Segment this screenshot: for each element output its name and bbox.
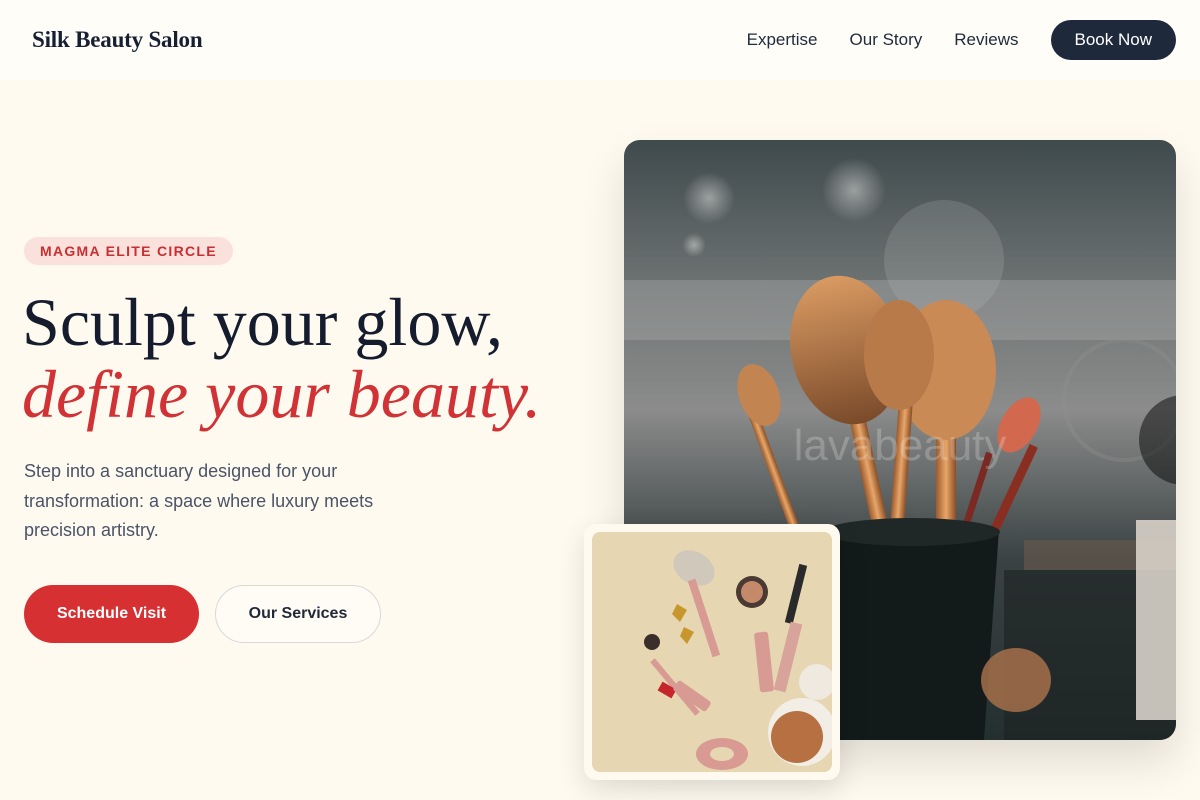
hero-headline: Sculpt your glow, define your beauty. [22,286,541,430]
schedule-visit-button[interactable]: Schedule Visit [24,585,199,643]
nav-link-our-story[interactable]: Our Story [850,30,923,50]
brand-logo[interactable]: Silk Beauty Salon [32,27,203,53]
book-now-button[interactable]: Book Now [1050,20,1176,60]
nav-link-reviews[interactable]: Reviews [954,30,1018,50]
main-nav: Expertise Our Story Reviews Book Now [747,20,1176,60]
cosmetics-flatlay-illustration [592,532,832,772]
hero-intro-text: Step into a sanctuary designed for your … [24,461,374,540]
cosmetics-flatlay-photo [592,532,832,772]
photo-watermark: lavabeauty [794,421,1007,470]
headline-line-2: define your beauty. [22,356,542,432]
nav-link-expertise[interactable]: Expertise [747,30,818,50]
top-navbar: Silk Beauty Salon Expertise Our Story Re… [0,0,1200,80]
cosmetics-thumbnail-card [584,524,840,780]
our-services-button[interactable]: Our Services [215,585,381,643]
membership-badge: MAGMA ELITE CIRCLE [24,237,233,265]
headline-line-1: Sculpt your glow, [22,284,504,360]
